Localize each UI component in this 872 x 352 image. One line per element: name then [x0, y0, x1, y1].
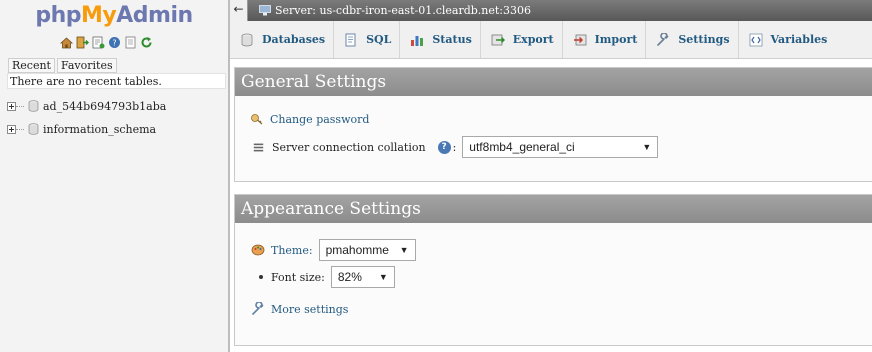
variables-icon [749, 33, 763, 47]
database-name[interactable]: ad_544b694793b1aba [43, 100, 166, 113]
wrench-icon [251, 302, 265, 316]
databases-icon [240, 33, 254, 47]
expand-icon[interactable] [7, 101, 16, 111]
server-breadcrumb[interactable]: Server: us-cdbr-iron-east-01.cleardb.net… [259, 0, 531, 21]
chevron-down-icon: ▼ [399, 245, 409, 255]
export-icon [491, 33, 505, 47]
tab-sql[interactable]: SQL [334, 21, 401, 58]
more-settings-link[interactable]: More settings [271, 303, 348, 316]
tab-databases[interactable]: Databases [230, 21, 335, 58]
database-icon [28, 123, 39, 135]
tab-export[interactable]: Export [481, 21, 563, 58]
reload-icon[interactable] [140, 36, 153, 49]
collation-row: Server connection collation ? : utf8mb4_… [253, 136, 659, 158]
theme-row: Theme: pmahomme ▼ [251, 239, 416, 261]
server-icon [259, 5, 271, 16]
collation-select[interactable]: utf8mb4_general_ci ▼ [462, 136, 659, 158]
change-password-link[interactable]: Change password [270, 113, 369, 126]
status-icon [410, 33, 424, 47]
server-label[interactable]: Server: us-cdbr-iron-east-01.cleardb.net… [275, 0, 531, 21]
general-settings-title: General Settings [235, 68, 872, 96]
help-icon[interactable]: ? [108, 36, 121, 49]
tab-import[interactable]: Import [563, 21, 647, 58]
expand-icon[interactable] [7, 124, 16, 134]
database-item[interactable]: ad_544b694793b1aba [7, 98, 166, 114]
nav-icon-bar: ? [60, 36, 153, 52]
more-settings-row: More settings [251, 302, 348, 316]
recent-tables-list: There are no recent tables. [7, 73, 226, 89]
database-item[interactable]: information_schema [7, 121, 156, 137]
key-icon [250, 112, 264, 126]
sql-query-icon[interactable] [92, 36, 105, 49]
tab-recent[interactable]: Recent [8, 58, 55, 73]
home-icon[interactable] [60, 36, 73, 49]
tab-variables[interactable]: Variables [739, 21, 836, 58]
bullet [259, 275, 263, 279]
svg-text:?: ? [112, 39, 116, 48]
tab-settings[interactable]: Settings [646, 21, 739, 58]
server-breadcrumb-bar: ← Server: us-cdbr-iron-east-01.cleardb.n… [230, 0, 872, 21]
recent-favorites-tabs: Recent Favorites [8, 58, 117, 73]
tab-status[interactable]: Status [400, 21, 481, 58]
collation-label: Server connection collation [272, 140, 426, 154]
sql-icon [344, 33, 358, 47]
collation-icon [253, 142, 264, 153]
font-size-label: Font size: [271, 270, 325, 284]
docs-icon[interactable] [124, 36, 137, 49]
phpmyadmin-logo[interactable]: phpMyAdmin [0, 3, 228, 28]
font-size-row: Font size: 82% ▼ [253, 266, 395, 288]
theme-label[interactable]: Theme: [271, 244, 313, 257]
font-size-select[interactable]: 82% ▼ [330, 266, 395, 288]
chevron-down-icon: ▼ [378, 272, 388, 282]
logout-icon[interactable] [76, 36, 89, 49]
tab-favorites[interactable]: Favorites [56, 58, 117, 73]
chevron-down-icon: ▼ [642, 142, 652, 152]
appearance-settings-title: Appearance Settings [235, 195, 872, 223]
database-name[interactable]: information_schema [43, 123, 156, 136]
import-icon [573, 33, 587, 47]
palette-icon [251, 243, 265, 257]
change-password-row: Change password [250, 112, 369, 126]
theme-select[interactable]: pmahomme ▼ [318, 239, 416, 261]
database-icon [28, 100, 39, 112]
help-icon[interactable]: ? [437, 140, 451, 154]
settings-icon [656, 32, 670, 47]
top-menu-tabs: Databases SQL Status Export Import Setti… [230, 21, 872, 59]
collapse-navigation-button[interactable]: ← [230, 0, 248, 21]
navigation-panel: phpMyAdmin ? Recent Favorites There are … [0, 0, 228, 352]
